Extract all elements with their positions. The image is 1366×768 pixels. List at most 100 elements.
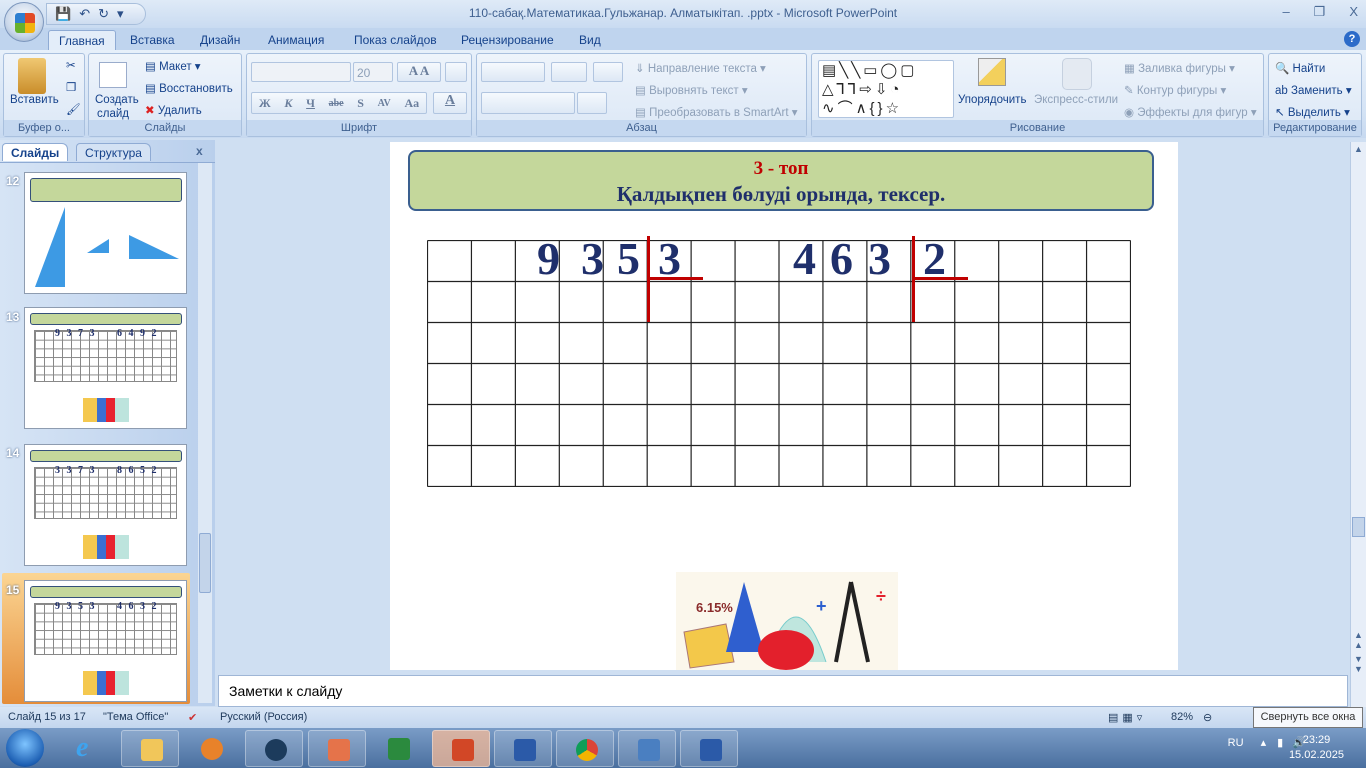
clear-format-icon[interactable] — [445, 62, 467, 82]
layout-button[interactable]: ▤ Макет ▾ — [145, 59, 201, 73]
font-size-select[interactable]: 20 — [353, 62, 393, 82]
select-button[interactable]: ↖ Выделить ▾ — [1275, 105, 1350, 119]
arrange-icon[interactable] — [978, 58, 1006, 86]
text-direction-button[interactable]: ⇓ Направление текста ▾ — [635, 61, 766, 75]
save-icon[interactable]: 💾 — [55, 6, 71, 22]
shape-outline-button[interactable]: ✎ Контур фигуры ▾ — [1124, 83, 1226, 97]
scroll-thumb[interactable] — [1352, 517, 1365, 537]
language-indicator[interactable]: RU — [1228, 737, 1244, 749]
panel-scrollbar[interactable] — [198, 163, 212, 703]
group-title: 3 - топ — [753, 158, 809, 179]
format-painter-icon[interactable]: 🖌 — [66, 102, 81, 116]
prev-slide-icon[interactable]: ▲ ▲ — [1354, 630, 1363, 650]
slide-thumbnail-12[interactable] — [24, 172, 187, 294]
taskbar-word-1[interactable] — [494, 730, 552, 767]
language[interactable]: Русский (Россия) — [220, 711, 307, 723]
status-bar: Слайд 15 из 17 "Тема Office" ✔ Русский (… — [0, 707, 1366, 728]
paste-icon[interactable] — [18, 58, 46, 94]
find-button[interactable]: 🔍 Найти — [1275, 61, 1325, 75]
scroll-up-icon[interactable]: ▲ — [1354, 144, 1363, 154]
arrange-button[interactable]: Упорядочить — [958, 94, 1026, 106]
new-slide-label-2[interactable]: слайд — [97, 108, 129, 120]
taskbar-media[interactable] — [182, 730, 240, 767]
taskbar-hp[interactable] — [245, 730, 303, 767]
new-slide-label[interactable]: Создать — [95, 94, 139, 106]
grow-shrink-font[interactable]: A A — [397, 62, 441, 82]
customize-icon[interactable]: ▾ — [117, 6, 124, 22]
taskbar-excel[interactable] — [369, 730, 427, 767]
line-spacing-button[interactable] — [593, 62, 623, 82]
thumb-header — [30, 450, 182, 462]
bullets-button[interactable] — [481, 62, 545, 82]
taskbar-paint[interactable] — [308, 730, 366, 767]
view-buttons[interactable]: ▤▦▿ — [1108, 711, 1146, 724]
zoom-out-button[interactable]: ⊖ — [1203, 711, 1212, 724]
notes-field[interactable]: Заметки к слайду — [218, 675, 1348, 707]
alignment-buttons[interactable] — [481, 92, 575, 114]
next-slide-icon[interactable]: ▼ ▼ — [1354, 654, 1363, 674]
close-button[interactable]: X — [1349, 4, 1358, 20]
shape-outline-label: Контур фигуры — [1136, 85, 1218, 97]
division-line-horizontal — [647, 277, 703, 280]
shape-effects-button[interactable]: ◉ Эффекты для фигур ▾ — [1124, 105, 1257, 119]
spacing-button[interactable]: AV — [378, 98, 391, 109]
align-text-button[interactable]: ▤ Выровнять текст ▾ — [635, 83, 748, 97]
show-hidden-icons[interactable]: ▴ — [1261, 737, 1267, 749]
taskbar-keyboard[interactable] — [618, 730, 676, 767]
replace-button[interactable]: ab Заменить ▾ — [1275, 83, 1352, 97]
tab-insert[interactable]: Вставка — [120, 30, 185, 50]
theme-name[interactable]: "Тема Office" — [103, 711, 168, 723]
help-icon[interactable]: ? — [1344, 31, 1360, 47]
slide-thumbnail-14[interactable]: 3 3 7 3 8 6 5 2 — [24, 444, 187, 566]
tab-design[interactable]: Дизайн — [190, 30, 250, 50]
internet-explorer-icon[interactable]: e — [76, 732, 88, 764]
delete-button[interactable]: ✖ Удалить — [145, 103, 202, 117]
minimize-button[interactable]: – — [1282, 4, 1289, 20]
start-button[interactable] — [6, 729, 44, 767]
zoom-level[interactable]: 82% — [1171, 711, 1193, 723]
spellcheck-icon[interactable]: ✔ — [188, 711, 197, 724]
copy-icon[interactable]: ❐ — [66, 80, 76, 94]
italic-button[interactable]: К — [284, 96, 292, 111]
case-button[interactable]: Aa — [404, 96, 419, 111]
font-color-button[interactable]: A — [433, 92, 467, 114]
smartart-button[interactable]: ▤ Преобразовать в SmartArt ▾ — [635, 105, 798, 119]
indent-buttons[interactable] — [551, 62, 587, 82]
taskbar-chrome[interactable] — [556, 730, 614, 767]
slide-thumbnail-13[interactable]: 9 3 7 3 6 4 9 2 — [24, 307, 187, 429]
office-button[interactable] — [4, 2, 44, 42]
title-box[interactable]: 3 - топ Қалдықпен бөлуді орында, тексер. — [408, 150, 1154, 211]
clock[interactable]: 23:29 15.02.2025 — [1289, 733, 1344, 763]
paste-button[interactable]: Вставить — [10, 94, 59, 106]
tab-animation[interactable]: Анимация — [258, 30, 334, 50]
cut-icon[interactable]: ✂ — [66, 58, 76, 72]
taskbar-explorer[interactable] — [121, 730, 179, 767]
restore-button[interactable]: ❐ — [1314, 4, 1326, 20]
redo-icon[interactable]: ↻ — [98, 6, 109, 22]
tab-home[interactable]: Главная — [48, 30, 116, 50]
undo-icon[interactable]: ↶ — [79, 6, 90, 22]
network-icon[interactable]: ▮ — [1277, 737, 1283, 749]
underline-button[interactable]: Ч — [306, 96, 315, 111]
dividend-digit: 6 — [830, 233, 853, 284]
tab-review[interactable]: Рецензирование — [451, 30, 564, 50]
font-name-select[interactable] — [251, 62, 351, 82]
taskbar-powerpoint[interactable] — [432, 730, 490, 767]
shadow-button[interactable]: S — [357, 96, 364, 111]
shape-fill-button[interactable]: ▦ Заливка фигуры ▾ — [1124, 61, 1235, 75]
slide-thumbnail-15[interactable]: 9 3 5 3 4 6 3 2 — [24, 580, 187, 702]
vertical-scrollbar[interactable]: ▲ ▲ ▲ ▼ ▼ — [1350, 142, 1366, 707]
tab-view[interactable]: Вид — [569, 30, 611, 50]
bold-button[interactable]: Ж — [259, 96, 271, 111]
shapes-gallery[interactable]: ▤╲╲▭◯▢ △⅂⅂⇨⇩◔ ∿⌒∧{}☆ — [818, 60, 954, 118]
new-slide-icon[interactable] — [99, 62, 127, 88]
taskbar-word-2[interactable] — [680, 730, 738, 767]
thumb-right-numbers: 8 6 5 2 — [117, 465, 159, 476]
quick-styles-button[interactable]: Экспресс-стили — [1034, 94, 1118, 106]
strikethrough-button[interactable]: abe — [329, 98, 344, 109]
panel-scroll-thumb[interactable] — [199, 533, 211, 593]
reset-button[interactable]: ▤ Восстановить — [145, 81, 233, 95]
columns-button[interactable] — [577, 92, 607, 114]
tab-slideshow[interactable]: Показ слайдов — [344, 30, 447, 50]
quick-styles-icon[interactable] — [1062, 58, 1092, 90]
